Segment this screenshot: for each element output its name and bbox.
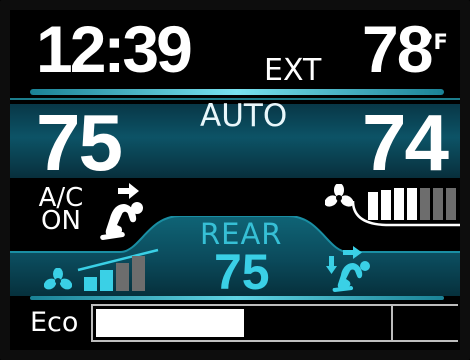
- eco-meter-divider: [391, 304, 393, 342]
- driver-temperature[interactable]: 75: [36, 103, 123, 183]
- rear-fan-speed-bar: [84, 277, 97, 291]
- fan-icon: [325, 184, 353, 207]
- rear-fan-speed-bar: [100, 270, 113, 291]
- rear-fan-speed-bar: [132, 256, 145, 291]
- eco-label: Eco: [30, 307, 79, 338]
- exterior-label: EXT: [264, 53, 322, 88]
- rear-fan-speed-bar: [116, 263, 129, 291]
- clock: 12:39: [36, 12, 193, 86]
- passenger-temperature[interactable]: 74: [362, 103, 449, 183]
- climate-display: 12:39 EXT 78 °F AUTO 75 74 A/C ON REAR 7…: [0, 0, 470, 360]
- rear-fan-speed-bars[interactable]: [76, 248, 162, 292]
- fan-icon: [44, 268, 72, 290]
- temperature-unit: °F: [423, 30, 448, 54]
- divider-line: [30, 89, 444, 95]
- mode-auto-label[interactable]: AUTO: [200, 101, 287, 132]
- rear-temperature[interactable]: 75: [214, 247, 270, 297]
- divider-line: [30, 296, 444, 300]
- exterior-temperature: 78: [362, 12, 433, 86]
- eco-meter-fill: [96, 309, 244, 337]
- face-and-feet-vent-icon[interactable]: [326, 246, 382, 292]
